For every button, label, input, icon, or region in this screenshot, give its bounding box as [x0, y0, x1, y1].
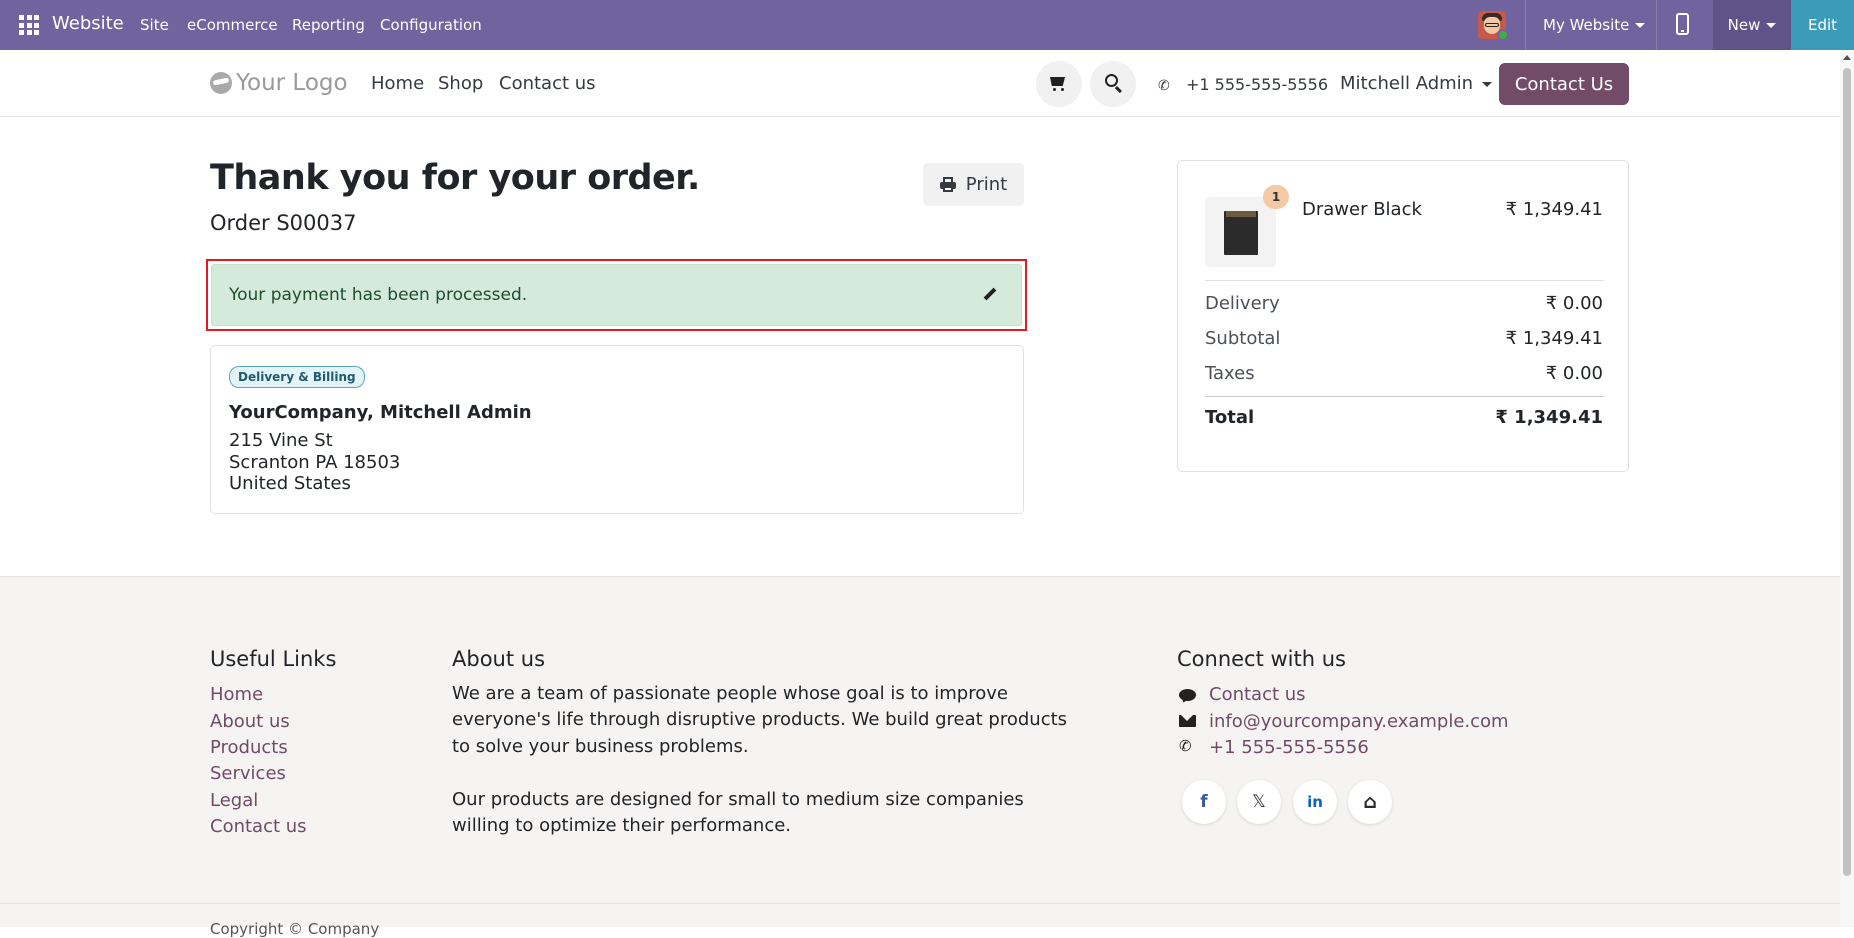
footer-link-services[interactable]: Services: [210, 763, 286, 784]
chat-bubble-icon: [1179, 686, 1197, 704]
cart-wheels: [1053, 88, 1065, 91]
chevron-down-icon: [1635, 23, 1646, 28]
copyright-text: Copyright © Company: [210, 920, 380, 938]
address-name: YourCompany, Mitchell Admin: [229, 402, 532, 423]
about-text-line: everyone's life through disruptive produ…: [452, 709, 1068, 730]
nav-shop[interactable]: Shop: [438, 73, 483, 94]
about-text-line: We are a team of passionate people whose…: [452, 683, 1008, 704]
admin-topbar: Website Site eCommerce Reporting Configu…: [0, 0, 1854, 50]
app-name[interactable]: Website: [52, 13, 124, 34]
site-footer: Useful Links Home About us Products Serv…: [0, 576, 1840, 927]
quantity-badge: 1: [1263, 185, 1289, 209]
divider: [1656, 0, 1657, 50]
print-label: Print: [965, 174, 1008, 195]
chevron-down-icon: [1766, 22, 1777, 28]
connect-heading: Connect with us: [1177, 647, 1346, 671]
search-button[interactable]: [1090, 61, 1136, 107]
nav-home[interactable]: Home: [371, 73, 424, 94]
delivery-label: Delivery: [1205, 293, 1280, 314]
mobile-preview-icon[interactable]: [1676, 13, 1689, 35]
drawer-product-image: [1224, 211, 1258, 255]
phone-icon: ✆: [1158, 78, 1170, 94]
printer-icon: [939, 177, 956, 192]
address-line-3: United States: [229, 473, 351, 494]
subtotal-label: Subtotal: [1205, 328, 1281, 349]
user-menu[interactable]: Mitchell Admin: [1340, 73, 1493, 94]
new-button[interactable]: New: [1713, 0, 1791, 50]
footer-link-legal[interactable]: Legal: [210, 790, 258, 811]
website-selector[interactable]: My Website: [1543, 16, 1646, 34]
x-twitter-icon[interactable]: 𝕏: [1237, 780, 1281, 824]
about-text-line: Our products are designed for small to m…: [452, 789, 1024, 810]
address-line-2: Scranton PA 18503: [229, 452, 401, 473]
website-selector-label: My Website: [1543, 16, 1630, 34]
connect-email[interactable]: info@yourcompany.example.com: [1209, 711, 1509, 732]
about-heading: About us: [452, 647, 546, 671]
search-icon: [1105, 74, 1118, 87]
connect-phone[interactable]: +1 555-555-5556: [1209, 737, 1369, 758]
payment-alert: Your payment has been processed.: [211, 264, 1022, 326]
cart-button[interactable]: [1036, 61, 1082, 107]
site-logo[interactable]: Your Logo: [210, 70, 348, 96]
about-text-line: to solve your business problems.: [452, 736, 749, 757]
facebook-icon[interactable]: f: [1182, 780, 1226, 824]
alert-text: Your payment has been processed.: [229, 285, 528, 305]
user-name: Mitchell Admin: [1340, 73, 1474, 94]
print-button[interactable]: Print: [923, 163, 1024, 206]
total-value: ₹ 1,349.41: [1495, 407, 1603, 428]
footer-copyright-bar: Copyright © Company: [0, 903, 1840, 938]
useful-links-heading: Useful Links: [210, 647, 337, 671]
online-status-dot: [1497, 29, 1509, 41]
order-summary: 1 Drawer Black ₹ 1,349.41 Delivery ₹ 0.0…: [1177, 160, 1629, 472]
product-price: ₹ 1,349.41: [1505, 199, 1603, 220]
address-line-1: 215 Vine St: [229, 430, 333, 451]
menu-reporting[interactable]: Reporting: [292, 16, 365, 34]
product-image: [1205, 197, 1276, 267]
connect-contact-us[interactable]: Contact us: [1209, 684, 1306, 705]
phone-icon: ✆: [1179, 737, 1192, 755]
taxes-label: Taxes: [1205, 363, 1255, 384]
logo-icon: [210, 72, 232, 94]
site-header: Your Logo Home Shop Contact us ✆ +1 555-…: [0, 50, 1840, 117]
linkedin-icon[interactable]: in: [1293, 780, 1337, 824]
divider: [1205, 280, 1604, 281]
header-phone[interactable]: +1 555-555-5556: [1186, 75, 1328, 94]
footer-link-about-us[interactable]: About us: [210, 711, 290, 732]
edit-button[interactable]: Edit: [1791, 0, 1854, 50]
menu-site[interactable]: Site: [140, 16, 169, 34]
new-button-label: New: [1727, 16, 1761, 34]
page-title: Thank you for your order.: [210, 158, 700, 198]
about-text-line: willing to optimize their performance.: [452, 815, 792, 836]
logo-text: Your Logo: [236, 70, 348, 96]
subtotal-value: ₹ 1,349.41: [1505, 328, 1603, 349]
pencil-icon[interactable]: [983, 288, 997, 302]
footer-link-home[interactable]: Home: [210, 684, 263, 705]
chevron-down-icon: [1482, 81, 1493, 87]
nav-contact-us[interactable]: Contact us: [499, 73, 596, 94]
footer-link-contact-us[interactable]: Contact us: [210, 816, 307, 837]
product-name: Drawer Black: [1302, 199, 1422, 220]
delivery-value: ₹ 0.00: [1545, 293, 1603, 314]
scroll-up-arrow-icon[interactable]: [1843, 55, 1851, 60]
menu-configuration[interactable]: Configuration: [380, 16, 482, 34]
address-card: Delivery & Billing YourCompany, Mitchell…: [210, 345, 1024, 514]
total-label: Total: [1205, 407, 1255, 428]
apps-menu-icon[interactable]: [19, 15, 39, 35]
cart-icon: [1050, 77, 1065, 86]
envelope-icon: [1179, 712, 1197, 730]
order-number: Order S00037: [210, 211, 357, 235]
home-icon[interactable]: ⌂: [1348, 780, 1392, 824]
scrollbar-thumb[interactable]: [1843, 68, 1851, 876]
menu-ecommerce[interactable]: eCommerce: [187, 16, 278, 34]
page-scrollbar[interactable]: [1840, 50, 1854, 927]
taxes-value: ₹ 0.00: [1545, 363, 1603, 384]
footer-link-products[interactable]: Products: [210, 737, 288, 758]
contact-us-button[interactable]: Contact Us: [1499, 63, 1629, 105]
delivery-billing-badge: Delivery & Billing: [229, 366, 365, 388]
divider: [1525, 0, 1526, 50]
divider: [1205, 396, 1604, 397]
